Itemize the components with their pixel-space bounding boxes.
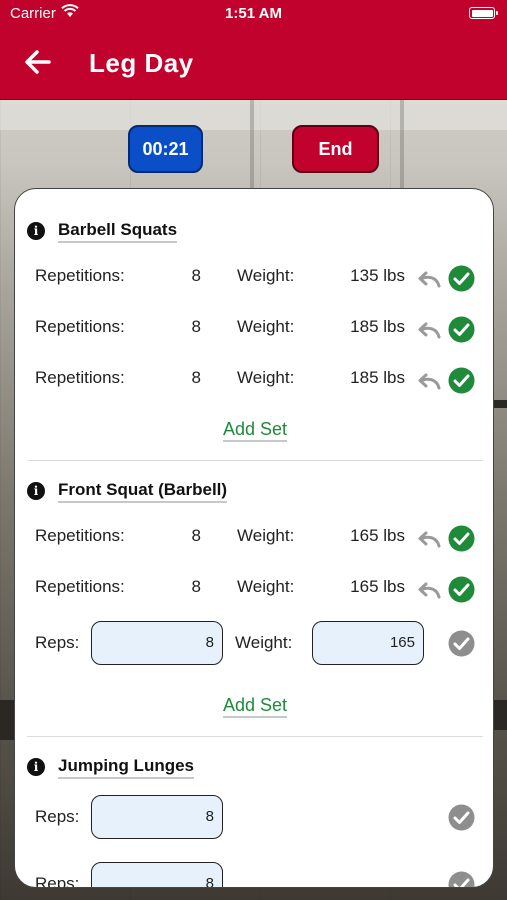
- exercise-header: i Jumping Lunges: [27, 756, 194, 779]
- workout-card: i Barbell Squats Repetitions: 8 Weight: …: [14, 188, 494, 888]
- set-row: Repetitions: 8 Weight: 165 lbs: [15, 574, 493, 604]
- weight-value: 165 lbs: [350, 577, 405, 596]
- check-circle-icon[interactable]: [448, 316, 475, 343]
- set-row: Repetitions: 8 Weight: 185 lbs: [15, 365, 493, 395]
- status-bar: Carrier 1:51 AM: [0, 0, 507, 28]
- add-set-button[interactable]: Add Set: [15, 419, 493, 442]
- set-row: Repetitions: 8 Weight: 185 lbs: [15, 314, 493, 344]
- undo-icon[interactable]: [415, 528, 443, 550]
- clock: 1:51 AM: [225, 5, 282, 22]
- info-icon[interactable]: i: [27, 758, 45, 776]
- undo-icon[interactable]: [415, 319, 443, 341]
- undo-icon[interactable]: [415, 268, 443, 290]
- weight-value: 185 lbs: [350, 368, 405, 387]
- weight-label: Weight:: [237, 266, 295, 285]
- add-set-label[interactable]: Add Set: [222, 419, 288, 442]
- exercise-title[interactable]: Jumping Lunges: [58, 756, 194, 779]
- nav-bar: Leg Day: [0, 28, 507, 100]
- exercise-title[interactable]: Front Squat (Barbell): [58, 480, 228, 503]
- info-icon[interactable]: i: [27, 222, 45, 240]
- weight-label: Weight:: [237, 317, 295, 336]
- reps-value: 8: [191, 526, 201, 545]
- reps-value: 8: [191, 368, 201, 387]
- weight-value: 185 lbs: [350, 317, 405, 336]
- weight-label: Weight:: [237, 526, 295, 545]
- reps-label: Reps:: [35, 807, 80, 826]
- reps-label: Repetitions:: [35, 577, 125, 596]
- info-icon[interactable]: i: [27, 482, 45, 500]
- weight-value: 135 lbs: [350, 266, 405, 285]
- divider: [27, 460, 483, 461]
- check-circle-icon[interactable]: [448, 871, 475, 888]
- weight-label: Weight:: [237, 368, 295, 387]
- check-circle-icon[interactable]: [448, 265, 475, 292]
- timer-button[interactable]: 00:21: [128, 125, 203, 173]
- reps-label: Reps:: [35, 633, 80, 652]
- check-circle-icon[interactable]: [448, 804, 475, 831]
- page-title: Leg Day: [89, 48, 194, 78]
- weight-label: Weight:: [237, 577, 295, 596]
- divider: [27, 736, 483, 737]
- undo-icon[interactable]: [415, 579, 443, 601]
- battery-icon: [469, 7, 498, 19]
- exercise-title[interactable]: Barbell Squats: [58, 220, 178, 243]
- reps-input[interactable]: 8: [91, 621, 223, 665]
- check-circle-icon[interactable]: [448, 525, 475, 552]
- end-workout-button[interactable]: End: [292, 125, 379, 173]
- reps-input[interactable]: 8: [91, 795, 223, 839]
- reps-label: Repetitions:: [35, 317, 125, 336]
- reps-value: 8: [191, 317, 201, 336]
- pending-set-row: Reps: 8: [15, 862, 493, 888]
- reps-input[interactable]: 8: [91, 862, 223, 887]
- exercise-header: i Barbell Squats: [27, 220, 178, 243]
- set-row: Repetitions: 8 Weight: 165 lbs: [15, 523, 493, 553]
- reps-label: Reps:: [35, 874, 80, 888]
- exercise-header: i Front Squat (Barbell): [27, 480, 228, 503]
- weight-label: Weight:: [235, 633, 293, 652]
- reps-value: 8: [191, 577, 201, 596]
- add-set-label[interactable]: Add Set: [222, 695, 288, 718]
- weight-input[interactable]: 165: [312, 621, 424, 665]
- reps-label: Repetitions:: [35, 266, 125, 285]
- check-circle-icon[interactable]: [448, 576, 475, 603]
- reps-label: Repetitions:: [35, 368, 125, 387]
- reps-value: 8: [191, 266, 201, 285]
- pending-set-row: Reps: 8 Weight: 165: [15, 621, 493, 667]
- check-circle-icon[interactable]: [448, 630, 475, 657]
- reps-label: Repetitions:: [35, 526, 125, 545]
- set-row: Repetitions: 8 Weight: 135 lbs: [15, 263, 493, 293]
- arrow-left-icon[interactable]: [22, 46, 54, 78]
- weight-value: 165 lbs: [350, 526, 405, 545]
- check-circle-icon[interactable]: [448, 367, 475, 394]
- add-set-button[interactable]: Add Set: [15, 695, 493, 718]
- undo-icon[interactable]: [415, 370, 443, 392]
- pending-set-row: Reps: 8: [15, 795, 493, 841]
